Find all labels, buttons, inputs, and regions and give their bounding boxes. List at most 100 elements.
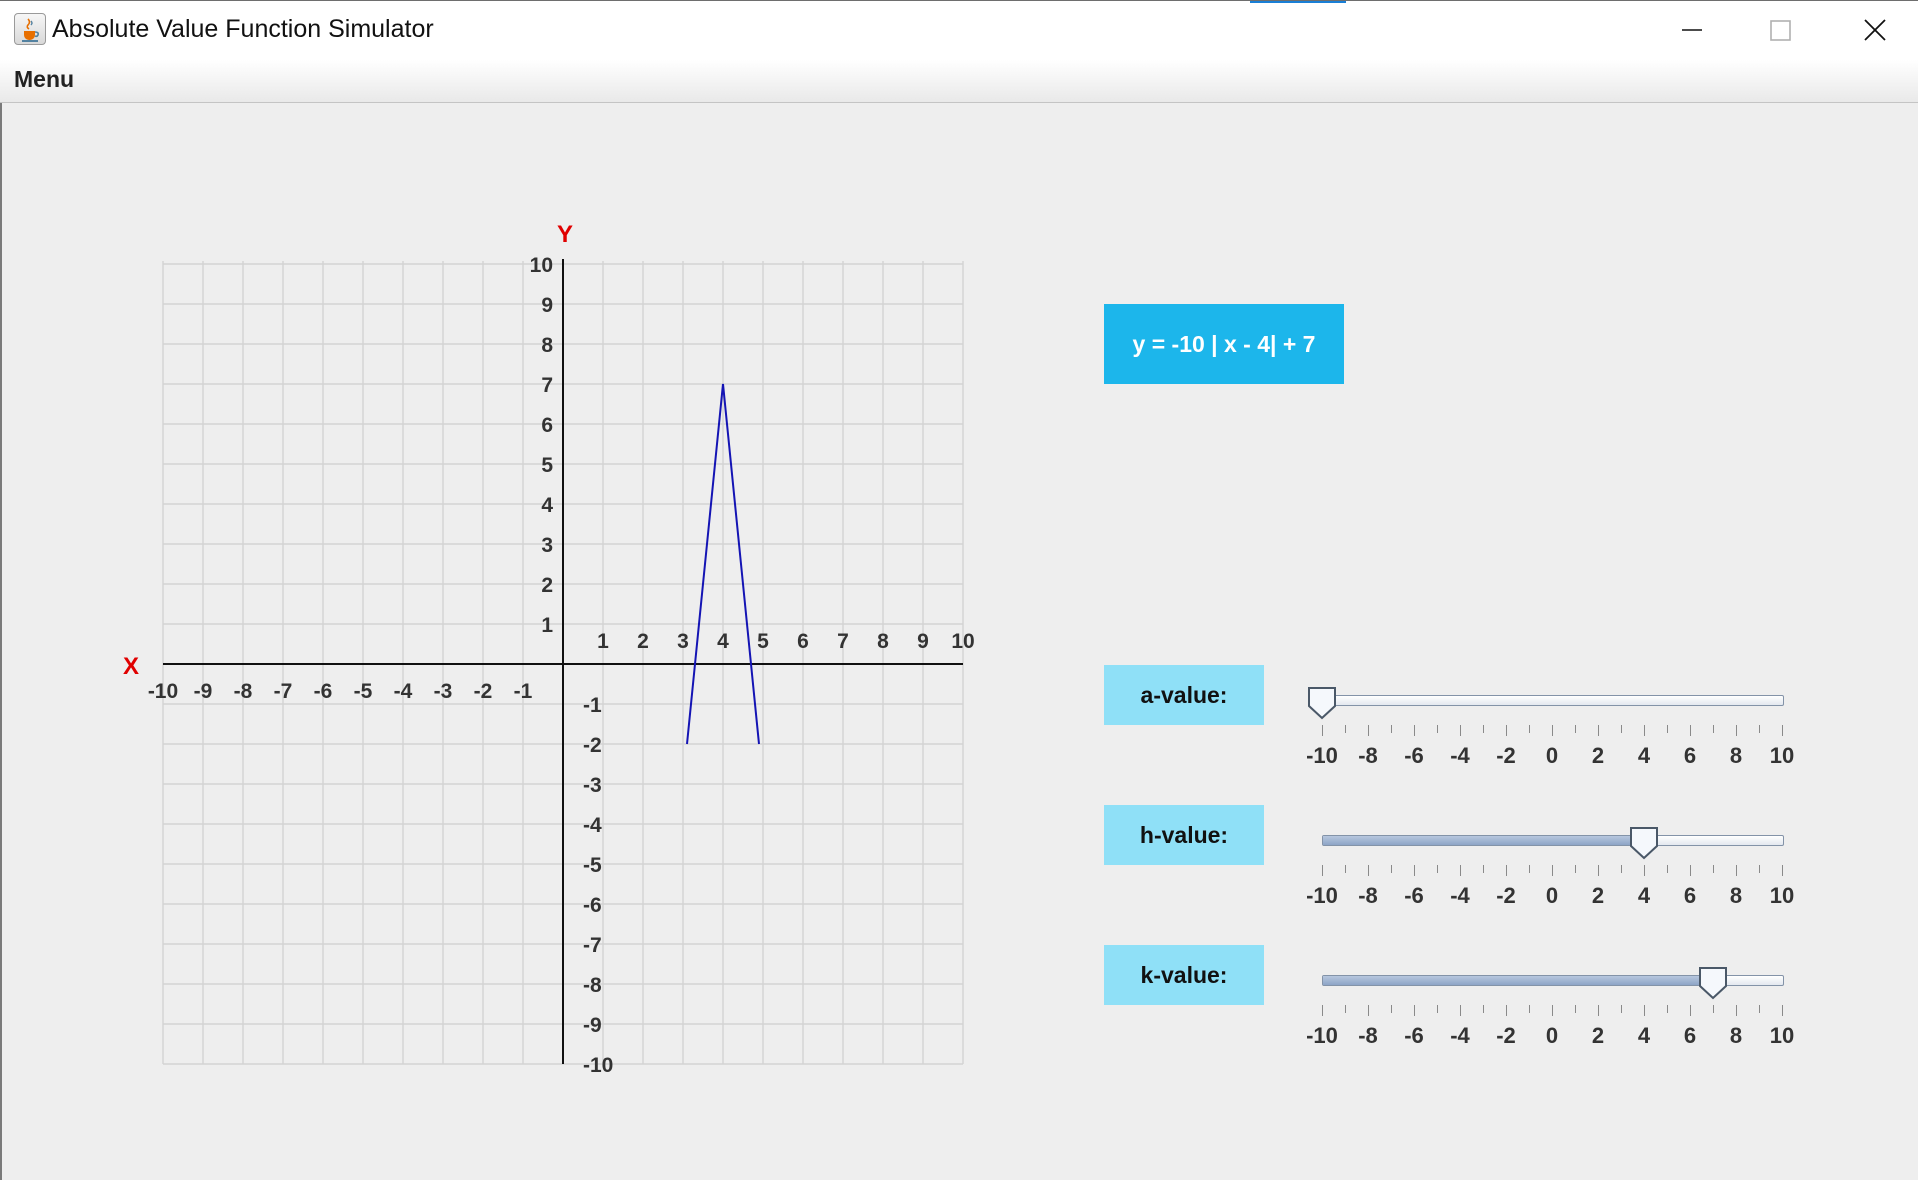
slider-tick-label: -4 [1450,1023,1470,1048]
x-tick-label: 9 [917,630,929,653]
slider-tick-mark [1391,1005,1392,1013]
x-tick-label: 6 [797,630,809,653]
menu-item-menu[interactable]: Menu [14,66,74,93]
slider-tick-label: -6 [1404,883,1424,908]
slider-tick-label: 2 [1591,1023,1605,1048]
x-tick-label: 8 [877,630,889,653]
y-tick-label: 2 [541,574,553,597]
x-tick-label: -7 [274,680,293,703]
slider-tick-mark [1598,725,1599,736]
slider-tick-mark [1667,725,1668,733]
y-tick-label: -8 [583,974,602,997]
slider-tick-label: -10 [1306,883,1338,908]
slider-thumb[interactable] [1306,686,1338,720]
slider-tick-mark [1322,865,1323,876]
y-tick-label: 4 [541,494,553,517]
slider-thumb[interactable] [1697,966,1729,1000]
slider-tick-label: 0 [1545,1023,1559,1048]
y-tick-label: -1 [583,694,602,717]
slider-tick-mark [1414,725,1415,736]
slider-tick-mark [1414,865,1415,876]
slider-tick-label: 2 [1591,743,1605,768]
y-tick-label: 9 [541,294,553,317]
slider-tick-mark [1529,1005,1530,1013]
slider-tick-label: -8 [1358,883,1378,908]
a-value-slider[interactable]: -10 -8 -6 -4 -2 0 2 4 6 8 10 [1302,675,1802,785]
h-value-label: h-value: [1104,805,1264,865]
slider-tick-mark [1621,865,1622,873]
slider-tick-mark [1322,1005,1323,1016]
slider-tick-mark [1368,725,1369,736]
slider-tick-mark [1667,1005,1668,1013]
slider-tick-label: -2 [1496,883,1516,908]
main-panel: X Y -10 -9 -8 -7 -6 -5 -4 -3 -2 -1 1 2 3 4 5 6 7 8 9 10 10 9 8 7 6… [0,103,1918,1180]
slider-tick-mark [1621,725,1622,733]
slider-tick-mark [1644,865,1645,876]
slider-tick-label: 8 [1729,883,1743,908]
slider-tick-label: -2 [1496,1023,1516,1048]
slider-tick-label: 4 [1637,1023,1651,1048]
slider-tick-mark [1345,725,1346,733]
y-tick-label: -5 [583,854,602,877]
slider-tick-mark [1759,725,1760,733]
slider-tick-mark [1368,865,1369,876]
slider-tick-label: 6 [1683,883,1697,908]
slider-tick-mark [1506,725,1507,736]
title-accent [1250,1,1346,3]
slider-tick-mark [1529,865,1530,873]
slider-tick-mark [1391,865,1392,873]
slider-track[interactable] [1322,695,1784,706]
slider-tick-mark [1736,725,1737,736]
slider-tick-label: 8 [1729,1023,1743,1048]
slider-tick-mark [1345,1005,1346,1013]
minimize-icon[interactable] [1646,1,1734,61]
slider-tick-mark [1690,1005,1691,1016]
slider-fill [1323,976,1714,985]
h-value-slider[interactable]: -10 -8 -6 -4 -2 0 2 4 6 8 10 [1302,815,1802,925]
slider-tick-label: -4 [1450,743,1470,768]
slider-tick-mark [1483,1005,1484,1013]
title-bar: Absolute Value Function Simulator [0,0,1918,61]
y-tick-label: 5 [541,454,553,477]
slider-tick-mark [1713,1005,1714,1013]
slider-tick-label: -2 [1496,743,1516,768]
x-tick-label: -5 [354,680,373,703]
slider-tick-mark [1345,865,1346,873]
x-tick-label: -4 [394,680,413,703]
slider-tick-label: -8 [1358,1023,1378,1048]
slider-tick-mark [1460,1005,1461,1016]
slider-tick-label: -10 [1306,1023,1338,1048]
slider-tick-mark [1713,725,1714,733]
slider-thumb[interactable] [1628,826,1660,860]
y-tick-label: -3 [583,774,602,797]
y-tick-label: 7 [541,374,553,397]
slider-tick-mark [1391,725,1392,733]
x-tick-label: 4 [717,630,729,653]
x-tick-label: -6 [314,680,333,703]
slider-tick-label: 4 [1637,883,1651,908]
x-tick-label: -9 [194,680,213,703]
slider-tick-mark [1690,865,1691,876]
slider-tick-mark [1368,1005,1369,1016]
maximize-icon[interactable] [1736,1,1824,61]
graph-plot: X Y -10 -9 -8 -7 -6 -5 -4 -3 -2 -1 1 2 3 4 5 6 7 8 9 10 10 9 8 7 6… [123,221,975,1077]
slider-tick-label: -8 [1358,743,1378,768]
y-tick-label: 8 [541,334,553,357]
slider-tick-mark [1575,725,1576,733]
window-title: Absolute Value Function Simulator [52,15,434,43]
slider-tick-mark [1460,725,1461,736]
x-tick-label: -2 [474,680,493,703]
slider-tick-mark [1437,1005,1438,1013]
slider-tick-label: 6 [1683,1023,1697,1048]
close-icon[interactable] [1830,1,1918,61]
slider-tick-mark [1437,865,1438,873]
k-value-slider[interactable]: -10 -8 -6 -4 -2 0 2 4 6 8 10 [1302,955,1802,1065]
slider-tick-mark [1713,865,1714,873]
slider-tick-label: -6 [1404,1023,1424,1048]
slider-track[interactable] [1322,835,1784,846]
slider-tick-label: -10 [1306,743,1338,768]
slider-tick-mark [1782,1005,1783,1016]
y-tick-label: 3 [541,534,553,557]
y-tick-label: -2 [583,734,602,757]
x-tick-label: -10 [148,680,178,703]
